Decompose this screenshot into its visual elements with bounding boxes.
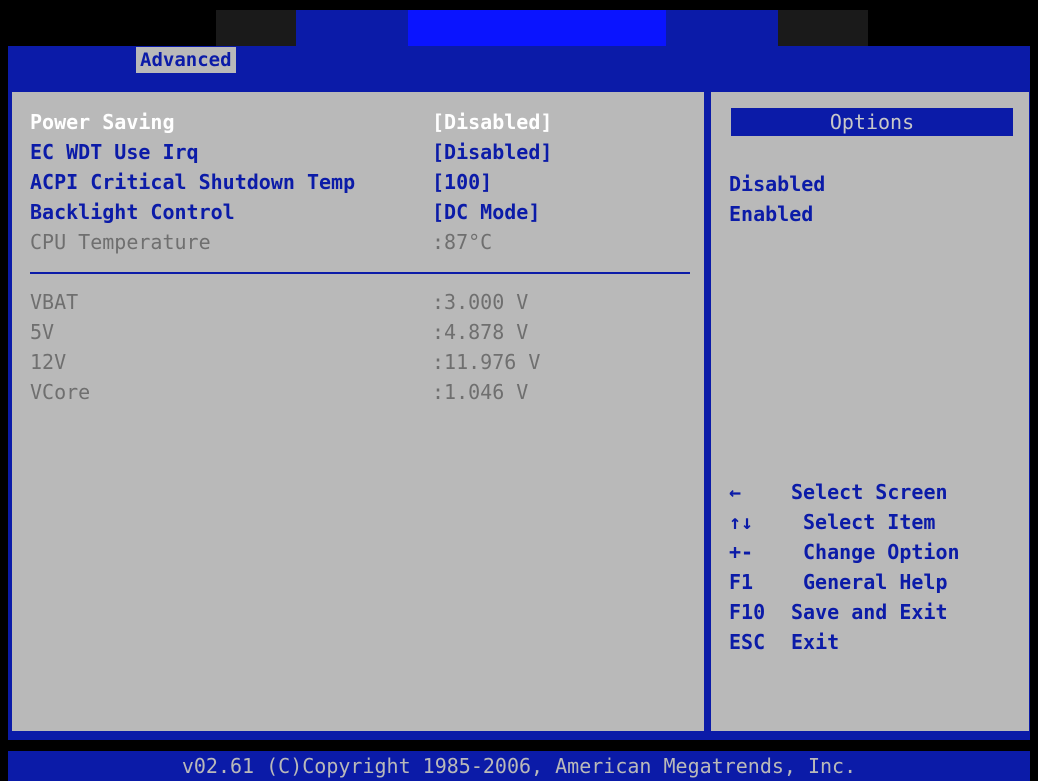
voltage-5v-value: :4.878 V — [432, 320, 529, 344]
setting-acpi-critical-shutdown-temp[interactable]: ACPI Critical Shutdown Temp — [30, 168, 355, 196]
setting-power-saving[interactable]: Power Saving — [30, 108, 175, 136]
setting-ec-wdt-use-irq-value[interactable]: [Disabled] — [432, 138, 552, 166]
setting-ec-wdt-use-irq[interactable]: EC WDT Use Irq — [30, 138, 199, 166]
key-esc: ESC — [729, 630, 766, 654]
options-header: Options — [731, 108, 1013, 136]
setting-acpi-critical-shutdown-temp-value[interactable]: [100] — [432, 168, 492, 196]
key-up-down-arrow-icon: ↑↓ — [729, 510, 754, 534]
copyright-footer: v02.61 (C)Copyright 1985-2006, American … — [8, 751, 1030, 781]
voltage-12v-label: 12V — [30, 350, 67, 374]
voltage-vcore-value: :1.046 V — [432, 380, 529, 404]
setting-backlight-control[interactable]: Backlight Control — [30, 198, 235, 226]
cpu-temperature-label: CPU Temperature — [30, 230, 211, 254]
voltage-vcore-label: VCore — [30, 380, 91, 404]
voltage-12v-value: :11.976 V — [432, 350, 541, 374]
tab-slot-5[interactable] — [778, 10, 868, 46]
tab-slot-1[interactable] — [216, 10, 296, 46]
section-divider — [30, 272, 690, 274]
voltage-vbat-value: :3.000 V — [432, 290, 529, 314]
key-f1: F1 — [729, 570, 754, 594]
key-change-option-label: Change Option — [803, 540, 960, 564]
key-select-screen-label: Select Screen — [791, 480, 948, 504]
cpu-temperature-value: :87°C — [432, 230, 493, 254]
tab-slot-3[interactable] — [408, 10, 666, 46]
voltage-5v-label: 5V — [30, 320, 55, 344]
setting-power-saving-value[interactable]: [Disabled] — [432, 108, 552, 136]
key-save-and-exit-label: Save and Exit — [791, 600, 948, 624]
key-plus-minus-icon: +- — [729, 540, 754, 564]
key-exit-label: Exit — [791, 630, 840, 654]
option-enabled[interactable]: Enabled — [729, 200, 813, 228]
key-left-arrow-icon: ← — [729, 480, 742, 504]
tab-slot-2[interactable] — [296, 10, 408, 46]
setting-backlight-control-value[interactable]: [DC Mode] — [432, 198, 540, 226]
key-f10: F10 — [729, 600, 766, 624]
option-disabled[interactable]: Disabled — [729, 170, 825, 198]
key-select-item-label: Select Item — [803, 510, 936, 534]
tab-slot-4[interactable] — [666, 10, 778, 46]
voltage-vbat-label: VBAT — [30, 290, 79, 314]
tab-advanced[interactable]: Advanced — [136, 47, 236, 73]
key-general-help-label: General Help — [803, 570, 948, 594]
